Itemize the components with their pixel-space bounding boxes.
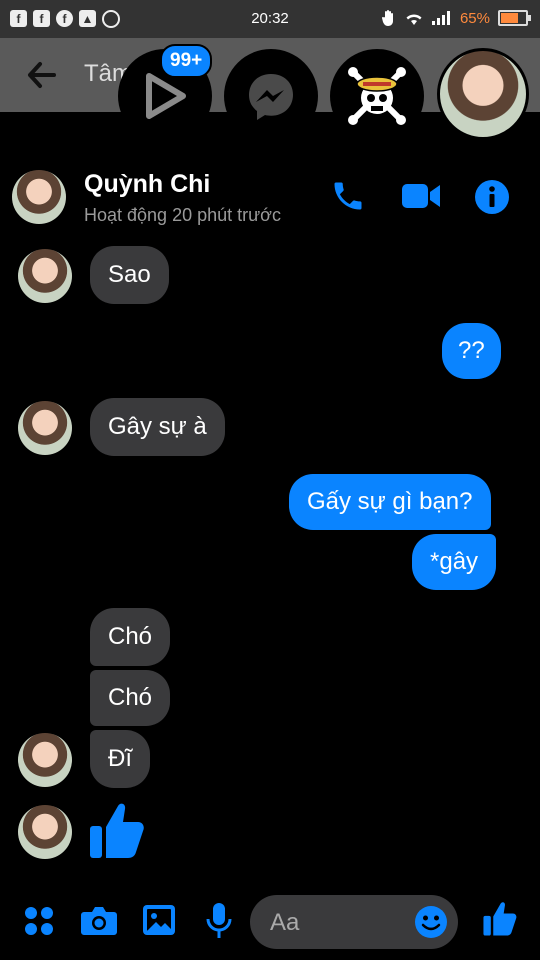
battery-level xyxy=(501,13,518,23)
video-call-icon[interactable] xyxy=(402,182,440,210)
info-icon[interactable] xyxy=(474,179,510,215)
message-bubble-incoming[interactable]: Sao xyxy=(90,246,169,304)
composer-bar xyxy=(0,880,540,960)
conversation-header: Quỳnh Chi Hoạt động 20 phút trước xyxy=(0,150,540,230)
contact-avatar[interactable] xyxy=(12,170,66,224)
contact-name[interactable]: Quỳnh Chi xyxy=(84,170,210,199)
message-bubble-incoming[interactable]: Chó xyxy=(90,608,171,666)
sender-avatar[interactable] xyxy=(18,805,72,859)
message-bubble-outgoing[interactable]: Gấy sự gì bạn? xyxy=(289,474,491,530)
phone-icon[interactable] xyxy=(330,178,366,214)
unread-badge: 99+ xyxy=(160,44,213,78)
play-icon xyxy=(146,73,186,119)
thumbs-up-message-icon[interactable] xyxy=(88,800,146,862)
wifi-icon xyxy=(406,14,422,25)
chat-head-messenger[interactable] xyxy=(224,49,318,143)
thumbs-up-send-icon[interactable] xyxy=(482,900,518,938)
status-bar: f f f ▲ 20:32 65% xyxy=(0,0,540,38)
gallery-icon[interactable] xyxy=(142,904,176,936)
microphone-icon[interactable] xyxy=(206,902,232,940)
sender-avatar[interactable] xyxy=(18,249,72,303)
message-input[interactable] xyxy=(268,905,402,941)
system-icons: 65% xyxy=(381,9,531,27)
hand-icon xyxy=(381,10,393,26)
message-composer[interactable] xyxy=(250,895,458,949)
message-bubble-incoming[interactable]: Đĩ xyxy=(90,730,150,788)
emoji-icon[interactable] xyxy=(414,905,448,939)
battery-percent: 65% xyxy=(459,9,490,27)
skull-crossbones-icon xyxy=(348,67,406,125)
message-bubble-outgoing[interactable]: *gây xyxy=(412,534,497,590)
chat-head-quynh-chi[interactable] xyxy=(437,48,529,140)
battery-icon xyxy=(498,10,531,26)
active-status: Hoạt động 20 phút trước xyxy=(84,205,281,225)
back-arrow-icon[interactable] xyxy=(26,60,58,90)
message-bubble-incoming[interactable]: Chó xyxy=(90,670,171,726)
more-apps-icon[interactable] xyxy=(24,906,54,936)
camera-icon[interactable] xyxy=(80,904,118,936)
message-bubble-outgoing[interactable]: ?? xyxy=(442,323,501,379)
signal-icon xyxy=(431,11,450,25)
message-bubble-incoming[interactable]: Gây sự à xyxy=(90,398,225,456)
chat-head-straw-hat[interactable] xyxy=(330,49,424,143)
sender-avatar[interactable] xyxy=(18,401,72,455)
sender-avatar[interactable] xyxy=(18,733,72,787)
messenger-icon xyxy=(249,74,293,120)
